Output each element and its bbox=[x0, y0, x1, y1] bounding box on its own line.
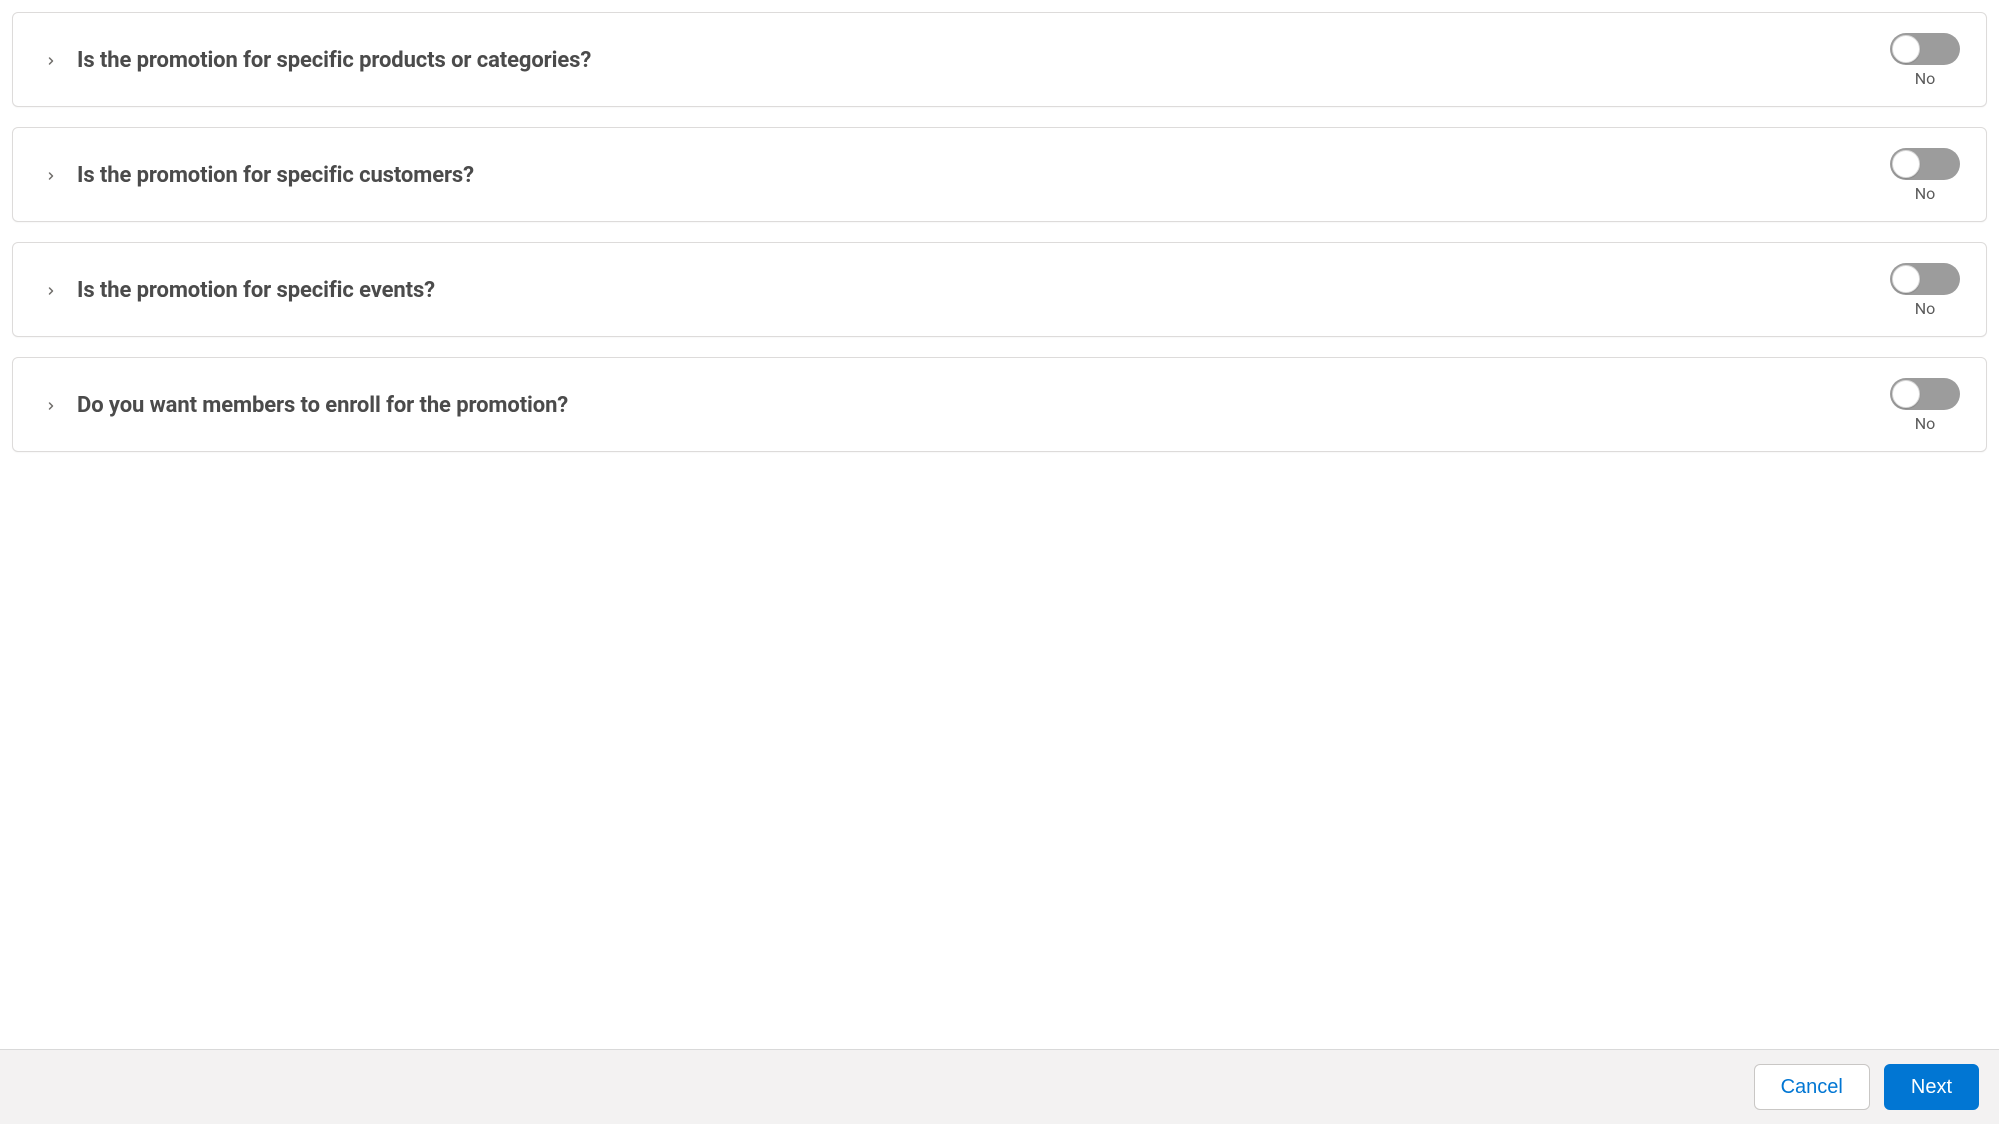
question-card-events: Is the promotion for specific events? No bbox=[12, 242, 1987, 337]
question-card-enroll: Do you want members to enroll for the pr… bbox=[12, 357, 1987, 452]
card-left: Is the promotion for specific customers? bbox=[43, 163, 474, 188]
card-left: Is the promotion for specific products o… bbox=[43, 48, 591, 73]
toggle-knob bbox=[1892, 380, 1920, 408]
toggle-events[interactable] bbox=[1890, 263, 1960, 295]
toggle-group: No bbox=[1890, 148, 1960, 203]
next-button[interactable]: Next bbox=[1884, 1064, 1979, 1110]
toggle-group: No bbox=[1890, 263, 1960, 318]
page-root: Is the promotion for specific products o… bbox=[0, 0, 1999, 1124]
toggle-products-categories[interactable] bbox=[1890, 33, 1960, 65]
question-label: Is the promotion for specific events? bbox=[77, 278, 435, 303]
toggle-group: No bbox=[1890, 378, 1960, 433]
toggle-knob bbox=[1892, 35, 1920, 63]
card-left: Is the promotion for specific events? bbox=[43, 278, 435, 303]
toggle-knob bbox=[1892, 265, 1920, 293]
cancel-button[interactable]: Cancel bbox=[1754, 1064, 1870, 1110]
footer-bar: Cancel Next bbox=[0, 1049, 1999, 1124]
question-label: Is the promotion for specific customers? bbox=[77, 163, 474, 188]
chevron-right-icon[interactable] bbox=[43, 168, 59, 184]
toggle-enroll[interactable] bbox=[1890, 378, 1960, 410]
question-label: Do you want members to enroll for the pr… bbox=[77, 393, 568, 418]
card-left: Do you want members to enroll for the pr… bbox=[43, 393, 568, 418]
toggle-state-label: No bbox=[1915, 299, 1936, 318]
toggle-state-label: No bbox=[1915, 184, 1936, 203]
chevron-right-icon[interactable] bbox=[43, 398, 59, 414]
chevron-right-icon[interactable] bbox=[43, 53, 59, 69]
toggle-state-label: No bbox=[1915, 69, 1936, 88]
toggle-customers[interactable] bbox=[1890, 148, 1960, 180]
toggle-state-label: No bbox=[1915, 414, 1936, 433]
question-label: Is the promotion for specific products o… bbox=[77, 48, 591, 73]
question-card-customers: Is the promotion for specific customers?… bbox=[12, 127, 1987, 222]
toggle-knob bbox=[1892, 150, 1920, 178]
question-card-products-categories: Is the promotion for specific products o… bbox=[12, 12, 1987, 107]
toggle-group: No bbox=[1890, 33, 1960, 88]
content-area: Is the promotion for specific products o… bbox=[0, 0, 1999, 1049]
chevron-right-icon[interactable] bbox=[43, 283, 59, 299]
